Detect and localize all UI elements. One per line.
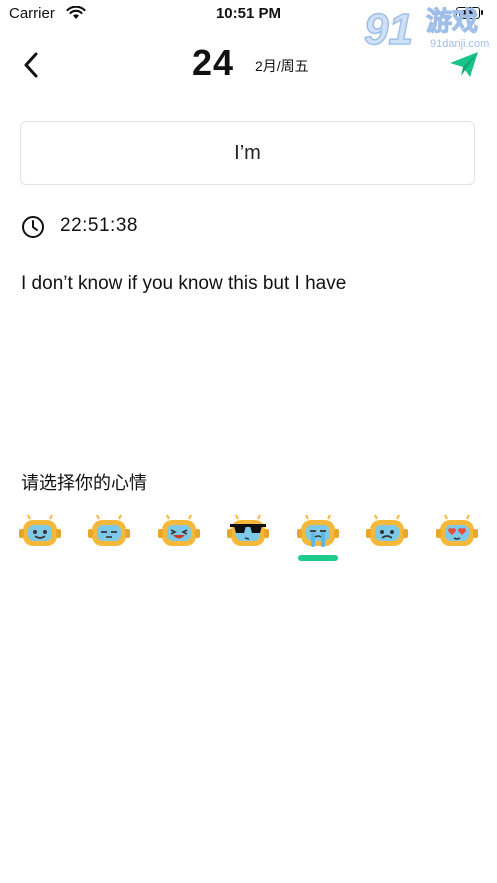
entry-month-weekday: 2月/周五 [255, 58, 309, 74]
mood-selected-indicator [298, 555, 338, 561]
mood-sad-icon[interactable] [365, 512, 409, 550]
entry-day: 24 [192, 42, 235, 83]
send-button[interactable] [448, 49, 480, 79]
title-text: I’m [234, 141, 261, 164]
svg-text:游戏: 游戏 [426, 7, 478, 37]
mood-cool-icon[interactable] [226, 512, 270, 550]
mood-sleepy-icon[interactable] [87, 512, 131, 550]
mood-cry-icon[interactable] [296, 512, 340, 550]
watermark-logo: 91 游戏 91danji.com [363, 4, 489, 55]
mood-laugh-icon[interactable] [157, 512, 201, 550]
entry-time: 22:51:38 [60, 215, 138, 236]
entry-body-input[interactable]: I don’t know if you know this but I have [21, 271, 476, 297]
mood-label: 请选择你的心情 [21, 473, 147, 493]
title-input[interactable]: I’m [20, 121, 475, 185]
back-button[interactable] [16, 48, 46, 82]
chevron-left-icon [24, 52, 38, 78]
svg-text:91: 91 [364, 5, 413, 54]
mood-smile-icon[interactable] [18, 512, 62, 550]
clock-icon [22, 216, 44, 238]
mood-love-icon[interactable] [435, 512, 479, 550]
